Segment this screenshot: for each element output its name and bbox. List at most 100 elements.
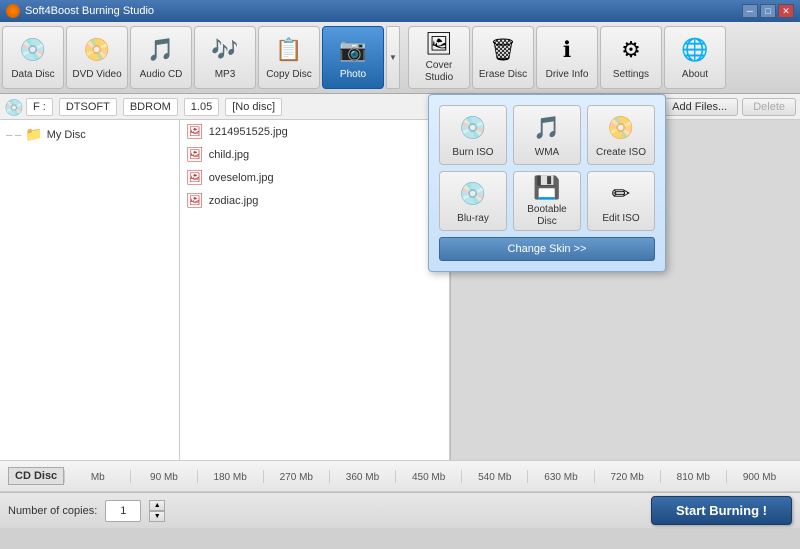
file-icon: 🖼 [186,192,204,209]
toolbar-about-button[interactable]: 🌐 About [664,26,726,89]
settings-label: Settings [613,69,649,81]
toolbar: 💿 Data Disc 📀 DVD Video 🎵 Audio CD 🎶 MP3… [0,22,800,94]
dvd-video-icon: 📀 [81,34,113,66]
drive-icon: 💿 [4,98,22,116]
title-left: Soft4Boost Burning Studio [6,4,154,18]
dropdown-wma-button[interactable]: 🎵 WMA [513,105,581,165]
edit-iso-dropdown-label: Edit ISO [602,213,639,225]
erase-disc-label: Erase Disc [479,69,527,81]
blu-ray-dropdown-label: Blu-ray [457,213,489,225]
blu-ray-dropdown-icon: 💿 [457,178,489,210]
toolbar-audio-cd-button[interactable]: 🎵 Audio CD [130,26,192,89]
folder-icon: 📁 [25,126,42,143]
dropdown-menu: 💿 Burn ISO 🎵 WMA 📀 Create ISO 💿 Blu-ray … [428,94,666,272]
dropdown-edit-iso-button[interactable]: ✏ Edit ISO [587,171,655,231]
scale-mark: 540 Mb [461,470,527,483]
delete-button[interactable]: Delete [742,98,796,116]
edit-iso-dropdown-icon: ✏ [605,178,637,210]
file-tree: ─ ─ 📁 My Disc [0,120,180,460]
mp3-label: MP3 [215,69,236,81]
disc-bar: CD Disc Mb90 Mb180 Mb270 Mb360 Mb450 Mb5… [0,460,800,492]
toolbar-copy-disc-button[interactable]: 📋 Copy Disc [258,26,320,89]
copies-up-button[interactable]: ▲ [149,500,165,511]
data-disc-label: Data Disc [11,69,54,81]
about-icon: 🌐 [679,34,711,66]
toolbar-mp3-button[interactable]: 🎶 MP3 [194,26,256,89]
dropdown-create-iso-button[interactable]: 📀 Create ISO [587,105,655,165]
start-burning-button[interactable]: Start Burning ! [651,496,792,525]
drive-info-label: Drive Info [546,69,589,81]
file-icon: 🖼 [186,169,204,186]
dropdown-blu-ray-button[interactable]: 💿 Blu-ray [439,171,507,231]
file-icon: 🖼 [186,123,204,140]
dropdown-bootable-disc-button[interactable]: 💾 Bootable Disc [513,171,581,231]
settings-icon: ⚙ [615,34,647,66]
disc-type-label: CD Disc [8,467,64,485]
dropdown-burn-iso-button[interactable]: 💿 Burn ISO [439,105,507,165]
drive-bar: 💿 F : DTSOFT BDROM 1.05 [No disc] ▼ Ejec… [0,94,800,120]
list-item[interactable]: 🖼 oveselom.jpg [180,166,449,189]
toolbar-data-disc-button[interactable]: 💿 Data Disc [2,26,64,89]
copies-spinner: ▲ ▼ [149,500,165,522]
dvd-video-label: DVD Video [72,69,121,81]
copies-input[interactable] [105,500,141,522]
burn-iso-dropdown-icon: 💿 [457,112,489,144]
tree-root-item[interactable]: ─ ─ 📁 My Disc [4,124,175,145]
copies-label: Number of copies: [8,505,97,517]
scale-mark: 900 Mb [726,470,792,483]
toolbar-left: 💿 Data Disc 📀 DVD Video 🎵 Audio CD 🎶 MP3… [2,26,384,89]
toolbar-right: 🖼 Cover Studio 🗑 Erase Disc ℹ Drive Info… [408,26,726,89]
scale-mark: 90 Mb [130,470,196,483]
scale-mark: 180 Mb [197,470,263,483]
scale-mark: 720 Mb [594,470,660,483]
about-label: About [682,69,708,81]
scale-mark: 630 Mb [527,470,593,483]
dropdown-arrow-button[interactable]: ▼ [386,26,400,89]
scale-marks: Mb90 Mb180 Mb270 Mb360 Mb450 Mb540 Mb630… [64,470,792,483]
drive-type: BDROM [123,98,178,116]
toolbar-settings-button[interactable]: ⚙ Settings [600,26,662,89]
change-skin-button[interactable]: Change Skin >> [439,237,655,261]
list-item[interactable]: 🖼 1214951525.jpg [180,120,449,143]
close-button[interactable]: ✕ [778,4,794,18]
create-iso-dropdown-icon: 📀 [605,112,637,144]
toolbar-erase-disc-button[interactable]: 🗑 Erase Disc [472,26,534,89]
burn-iso-dropdown-label: Burn ISO [452,147,493,159]
main-content: ─ ─ 📁 My Disc 🖼 1214951525.jpg 🖼 child.j… [0,120,800,460]
file-name: child.jpg [209,149,249,161]
list-item[interactable]: 🖼 zodiac.jpg [180,189,449,212]
file-list: 🖼 1214951525.jpg 🖼 child.jpg 🖼 oveselom.… [180,120,450,460]
window-controls: ─ □ ✕ [742,4,794,18]
scale-mark: 270 Mb [263,470,329,483]
file-name: oveselom.jpg [209,172,274,184]
title-bar: Soft4Boost Burning Studio ─ □ ✕ [0,0,800,22]
maximize-button[interactable]: □ [760,4,776,18]
copy-disc-icon: 📋 [273,34,305,66]
file-name: 1214951525.jpg [209,126,288,138]
drive-letter: F : [26,98,53,116]
create-iso-dropdown-label: Create ISO [596,147,646,159]
data-disc-icon: 💿 [17,34,49,66]
wma-dropdown-label: WMA [535,147,559,159]
photo-label: Photo [340,69,366,81]
file-icon: 🖼 [186,146,204,163]
drive-name: DTSOFT [59,98,117,116]
scale-mark: 360 Mb [329,470,395,483]
photo-icon: 📷 [337,34,369,66]
disc-scale: Mb90 Mb180 Mb270 Mb360 Mb450 Mb540 Mb630… [64,461,792,491]
bootable-disc-dropdown-icon: 💾 [531,175,563,201]
copy-disc-label: Copy Disc [266,69,312,81]
toolbar-cover-studio-button[interactable]: 🖼 Cover Studio [408,26,470,89]
app-title: Soft4Boost Burning Studio [25,5,154,17]
toolbar-photo-button[interactable]: 📷 Photo [322,26,384,89]
list-item[interactable]: 🖼 child.jpg [180,143,449,166]
no-disc-label: [No disc] [225,98,282,116]
copies-down-button[interactable]: ▼ [149,511,165,522]
file-name: zodiac.jpg [209,195,259,207]
toolbar-dvd-video-button[interactable]: 📀 DVD Video [66,26,128,89]
bootable-disc-dropdown-label: Bootable Disc [518,204,576,228]
toolbar-drive-info-button[interactable]: ℹ Drive Info [536,26,598,89]
audio-cd-icon: 🎵 [145,34,177,66]
minimize-button[interactable]: ─ [742,4,758,18]
add-files-button[interactable]: Add Files... [661,98,738,116]
